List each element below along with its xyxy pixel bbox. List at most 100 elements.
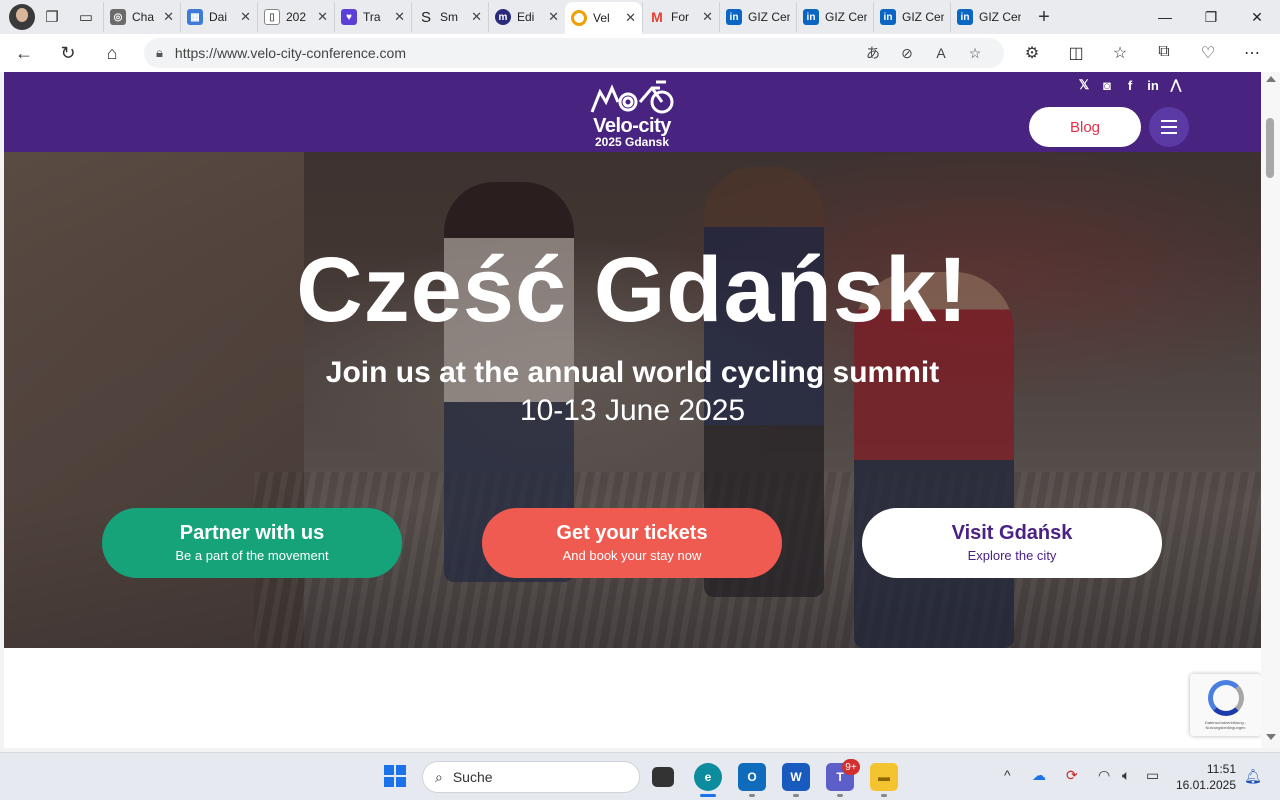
tab-gmail[interactable]: M For ✕ (642, 2, 719, 32)
get-tickets-button[interactable]: Get your tickets And book your stay now (482, 508, 782, 578)
strava-icon[interactable]: ⋀ (1168, 77, 1184, 93)
restore-icon[interactable]: ❐ (1188, 0, 1234, 34)
hero-section: Velo-city 2025 Gdansk 𝕏 ◙ f in ⋀ Blog Cz… (4, 72, 1261, 648)
tab-linkedin-3[interactable]: in GIZ Cen (873, 2, 950, 32)
close-tab-icon[interactable]: ✕ (317, 9, 328, 25)
tab-shield[interactable]: ♥ Tra ✕ (334, 2, 411, 32)
file-explorer-icon[interactable]: ▬ (870, 763, 898, 791)
more-options-icon[interactable]: ⋯ (1230, 43, 1274, 63)
close-tab-icon[interactable]: ✕ (163, 9, 174, 25)
recaptcha-badge[interactable]: Datenschutzerklärung - Nutzungsbedingung… (1190, 674, 1261, 736)
visit-gdansk-button[interactable]: Visit Gdańsk Explore the city (862, 508, 1162, 578)
favorites-icon[interactable]: ☆ (1098, 43, 1142, 63)
url-text[interactable]: https://www.velo-city-conference.com (175, 45, 856, 61)
tab-edit-app[interactable]: m Edi ✕ (488, 2, 565, 32)
cta-subtitle: Be a part of the movement (175, 548, 329, 563)
wifi-icon[interactable]: ◠ (1098, 767, 1110, 784)
chatgpt-icon: ◎ (110, 9, 126, 25)
new-tab-button[interactable]: + (1027, 2, 1061, 32)
show-hidden-icons-icon[interactable]: ^ (1004, 767, 1011, 783)
taskbar-search[interactable]: ⌕ Suche (422, 761, 640, 793)
word-icon[interactable]: W (782, 763, 810, 791)
tab-label: Sm (440, 10, 458, 24)
close-tab-icon[interactable]: ✕ (240, 9, 251, 25)
hero-headline: Cześć Gdańsk! (296, 239, 969, 341)
social-links: 𝕏 ◙ f in ⋀ (1076, 77, 1184, 93)
tab-document[interactable]: ▯ 202 ✕ (257, 2, 334, 32)
linkedin-icon[interactable]: in (1145, 77, 1161, 93)
notification-bell-icon[interactable]: 🔔︎ (1244, 768, 1262, 785)
home-icon[interactable]: ⌂ (92, 37, 132, 69)
read-aloud-icon[interactable]: A (924, 45, 958, 61)
outlook-icon[interactable]: O (738, 763, 766, 791)
partner-with-us-button[interactable]: Partner with us Be a part of the movemen… (102, 508, 402, 578)
scroll-down-icon[interactable] (1266, 734, 1276, 740)
edge-browser-icon[interactable]: e (694, 763, 722, 791)
tab-label: GIZ Cen (902, 10, 944, 24)
collections-icon[interactable]: ⧉ (1142, 43, 1186, 63)
extensions-icon[interactable]: ⚙︎ (1010, 43, 1054, 63)
tab-label: Vel (593, 11, 610, 25)
hamburger-menu-icon[interactable] (1149, 107, 1189, 147)
web-page: Velo-city 2025 Gdansk 𝕏 ◙ f in ⋀ Blog Cz… (4, 72, 1261, 748)
tab-linkedin-4[interactable]: in GIZ Cen (950, 2, 1027, 32)
window-controls: — ❐ ✕ (1142, 0, 1280, 34)
blog-button[interactable]: Blog (1029, 107, 1141, 147)
tab-linkedin-1[interactable]: in GIZ Cen (719, 2, 796, 32)
tab-image[interactable]: ▦ Dai ✕ (180, 2, 257, 32)
tab-label: For (671, 10, 689, 24)
linkedin-icon: in (726, 9, 742, 25)
minimize-icon[interactable]: — (1142, 0, 1188, 34)
close-tab-icon[interactable]: ✕ (625, 10, 636, 26)
tab-chatgpt[interactable]: ◎ Cha ✕ (103, 2, 180, 32)
tab-actions-icon[interactable]: ▭ (69, 2, 103, 32)
task-view-icon[interactable] (652, 767, 674, 787)
windows-start-icon[interactable] (384, 765, 406, 787)
tab-linkedin-2[interactable]: in GIZ Cen (796, 2, 873, 32)
s-logo-icon: S (420, 8, 431, 26)
lock-icon[interactable]: 🔒︎ (156, 45, 163, 61)
file-explorer-indicator (881, 794, 887, 797)
sync-icon[interactable]: ⟳ (1066, 767, 1078, 784)
favorite-star-icon[interactable]: ☆ (958, 45, 992, 62)
tab-label: Edi (517, 10, 535, 24)
workspaces-icon[interactable]: ❐ (35, 2, 69, 32)
onedrive-icon[interactable]: ☁ (1032, 767, 1046, 784)
facebook-icon[interactable]: f (1122, 77, 1138, 93)
browser-essentials-icon[interactable]: ♡ (1186, 43, 1230, 63)
taskbar-clock[interactable]: 11:51 16.01.2025 (1172, 761, 1236, 793)
tracking-prevention-icon[interactable]: ⊘ (890, 45, 924, 62)
close-tab-icon[interactable]: ✕ (548, 9, 559, 25)
recaptcha-terms[interactable]: Datenschutzerklärung - Nutzungsbedingung… (1192, 720, 1259, 730)
tab-s-logo[interactable]: S Sm ✕ (411, 2, 488, 32)
scrollbar-thumb[interactable] (1266, 118, 1274, 178)
translate-icon[interactable]: あ (856, 43, 890, 63)
address-bar[interactable]: 🔒︎ https://www.velo-city-conference.com … (144, 38, 1004, 68)
tab-velo-city[interactable]: Vel ✕ (565, 2, 642, 34)
logo-subtitle: 2025 Gdansk (594, 135, 670, 149)
split-screen-icon[interactable]: ◫ (1054, 43, 1098, 63)
browser-tab-strip: ❐ ▭ ◎ Cha ✕ ▦ Dai ✕ ▯ 202 ✕ ♥ Tra ✕ S Sm… (0, 0, 1280, 34)
back-icon[interactable]: ← (4, 37, 44, 69)
address-toolbar: ← ↻ ⌂ 🔒︎ https://www.velo-city-conferenc… (0, 34, 1280, 72)
edit-app-icon: m (495, 9, 511, 25)
site-logo[interactable]: Velo-city 2025 Gdansk (582, 78, 682, 150)
close-tab-icon[interactable]: ✕ (471, 9, 482, 25)
close-window-icon[interactable]: ✕ (1234, 0, 1280, 34)
shield-icon: ♥ (341, 9, 357, 25)
scroll-up-icon[interactable] (1266, 76, 1276, 82)
cta-subtitle: Explore the city (967, 548, 1057, 563)
hero-subheadline: Join us at the annual world cycling summ… (325, 356, 940, 389)
profile-avatar[interactable] (9, 4, 35, 30)
refresh-icon[interactable]: ↻ (48, 37, 88, 69)
battery-icon[interactable]: ▭ (1146, 767, 1159, 784)
cta-title: Get your tickets (556, 522, 708, 544)
instagram-icon[interactable]: ◙ (1099, 77, 1115, 93)
page-scrollbar[interactable] (1261, 72, 1280, 748)
close-tab-icon[interactable]: ✕ (702, 9, 713, 25)
close-tab-icon[interactable]: ✕ (394, 9, 405, 25)
word-indicator (793, 794, 799, 797)
tab-label: GIZ Cen (979, 10, 1021, 24)
volume-muted-icon[interactable]: 🔈︎ (1122, 767, 1130, 784)
x-twitter-icon[interactable]: 𝕏 (1076, 77, 1092, 93)
